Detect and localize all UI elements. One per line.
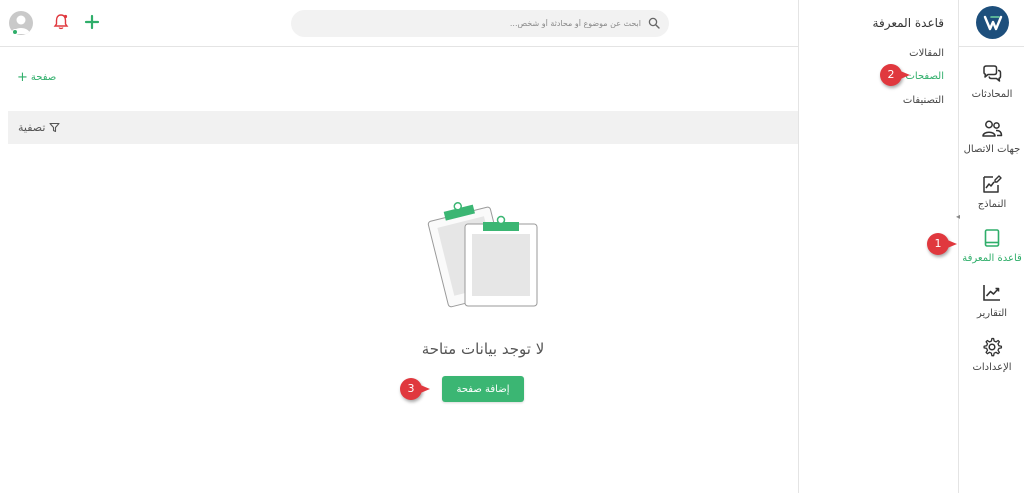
chevron-left-icon[interactable]: ◂ [956,212,960,221]
callout-arrow [418,384,430,394]
search-bar[interactable] [291,10,669,37]
filter-funnel-icon [49,122,60,133]
panel-item-articles[interactable]: المقالات [909,48,944,59]
form-edit-icon [983,175,1002,193]
divider [959,46,1024,47]
nav-item-reports[interactable]: التقارير [959,282,1024,319]
nav-label: جهات الاتصال [963,144,1021,155]
nav-label: التقارير [976,308,1008,319]
nav-label: المحادثات [971,89,1013,100]
top-bar [0,0,798,47]
add-page-button[interactable]: إضافة صفحة [442,376,524,402]
annotation-callout-2: 2 [880,64,914,86]
plus-icon: + [17,69,28,85]
annotation-callout-1: 1 [927,233,961,255]
nav-item-conversations[interactable]: المحادثات [959,63,1024,100]
search-input[interactable] [311,15,641,32]
annotation-callout-3: 3 [400,378,434,400]
callout-arrow [898,70,910,80]
contacts-icon [982,120,1003,137]
add-page-label: صفحة [30,72,57,83]
panel-title: قاعدة المعرفة [872,16,944,30]
nav-item-forms[interactable]: النماذج [959,173,1024,210]
empty-state-message: لا توجد بيانات متاحة [421,340,545,358]
notification-bell-icon[interactable] [52,13,70,31]
chat-bubbles-icon [983,65,1002,82]
brand-mark-icon [983,15,1002,30]
chart-line-icon [983,285,1000,301]
online-status-dot [12,29,18,35]
empty-clipboard-illustration-icon [427,202,538,308]
filter-label: تصفية [18,121,46,134]
callout-arrow [945,239,957,249]
brand-logo-icon[interactable] [976,6,1009,39]
filter-button[interactable]: تصفية [18,121,60,134]
create-plus-icon[interactable] [82,12,102,32]
nav-label: الإعدادات [972,362,1012,373]
filter-bar: تصفية [8,111,798,144]
add-page-link[interactable]: صفحة + [17,69,57,85]
book-icon [984,229,1000,247]
nav-label: قاعدة المعرفة [962,253,1022,264]
nav-item-knowledge-base[interactable]: قاعدة المعرفة [959,227,1024,264]
app: صفحة + تصفية لا توجد بيانات متاحة إضافة … [0,0,1024,493]
gear-icon [983,337,1003,357]
search-icon [648,17,660,29]
panel-item-categories[interactable]: التصنيفات [903,95,944,106]
nav-item-settings[interactable]: الإعدادات [959,336,1024,373]
main-nav-rail: المحادثات جهات الاتصال النماذج قاعدة الم… [956,0,1024,493]
nav-item-contacts[interactable]: جهات الاتصال [959,118,1024,155]
nav-label: النماذج [977,199,1007,210]
